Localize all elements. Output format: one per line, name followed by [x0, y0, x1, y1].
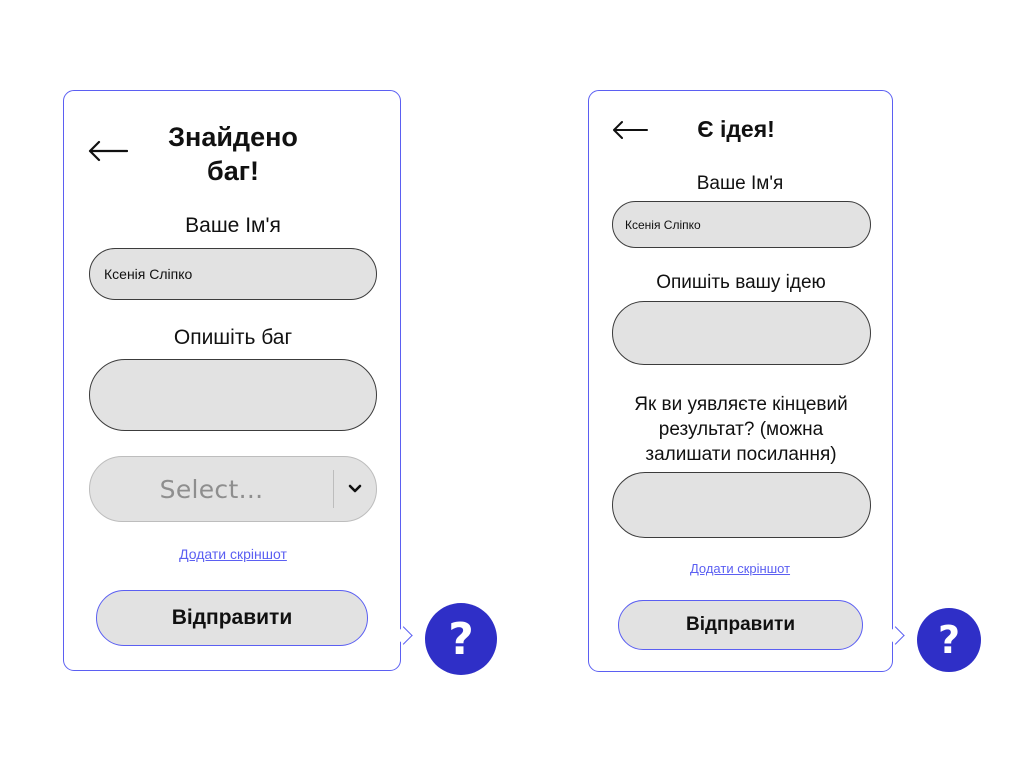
select-toggle[interactable]: [334, 484, 376, 494]
select-placeholder: Select...: [159, 474, 264, 504]
arrow-left-icon: [613, 121, 648, 139]
bug-name-label: Ваше Ім'я: [185, 214, 281, 237]
bug-describe-label: Опишіть баг: [173, 326, 293, 349]
idea-back-button[interactable]: [612, 120, 648, 145]
idea-add-screenshot-link[interactable]: Додати скріншот: [660, 561, 820, 576]
arrow-left-icon: [88, 140, 129, 162]
idea-describe-textarea[interactable]: [612, 301, 871, 365]
idea-result-textarea[interactable]: [612, 472, 871, 538]
bug-help-button[interactable]: ?: [425, 603, 497, 675]
idea-name-input[interactable]: Ксенія Сліпко: [612, 201, 871, 248]
idea-submit-button[interactable]: Відправити: [618, 600, 863, 650]
bug-name-value: Ксенія Сліпко: [104, 266, 193, 282]
bug-title-line2: баг!: [207, 156, 259, 186]
chevron-down-icon: [348, 484, 362, 493]
bug-submit-button[interactable]: Відправити: [96, 590, 368, 646]
question-icon: ?: [448, 613, 474, 665]
idea-form-title: Є ідея!: [697, 116, 775, 142]
question-icon: ?: [937, 618, 961, 662]
idea-name-label: Ваше Ім'я: [696, 173, 784, 194]
idea-result-label: Як ви уявляєте кінцевий результат? (можн…: [606, 392, 876, 467]
bug-add-screenshot-link[interactable]: Додати скріншот: [150, 546, 316, 562]
bug-form-title: Знайдено баг!: [148, 120, 318, 188]
idea-name-value: Ксенія Сліпко: [625, 217, 701, 232]
idea-result-line3: залишати посилання): [645, 444, 837, 465]
bug-name-input[interactable]: Ксенія Сліпко: [89, 248, 377, 300]
idea-help-button[interactable]: ?: [917, 608, 981, 672]
bug-category-select[interactable]: Select...: [89, 456, 377, 522]
idea-result-line2: результат? (можна: [658, 419, 824, 440]
bug-describe-textarea[interactable]: [89, 359, 377, 431]
bug-back-button[interactable]: [88, 140, 129, 167]
idea-result-line1: Як ви уявляєте кінцевий: [634, 394, 848, 415]
bug-title-line1: Знайдено: [168, 122, 298, 152]
idea-describe-label: Опишіть вашу ідею: [656, 272, 826, 293]
